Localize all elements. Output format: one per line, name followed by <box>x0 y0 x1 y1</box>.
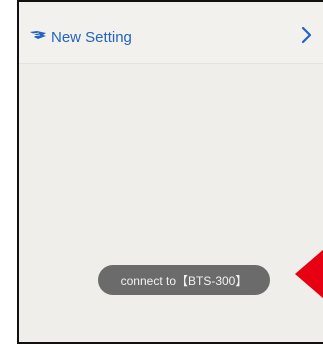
top-bar: New Setting <box>19 2 323 64</box>
phone-screen: New Setting connect to【BTS-300】 <box>17 0 323 344</box>
brand-wing-icon <box>30 31 46 39</box>
red-pointer-arrow-icon <box>295 249 323 299</box>
chevron-right-icon[interactable] <box>301 26 313 44</box>
connection-toast: connect to【BTS-300】 <box>98 265 270 295</box>
toast-message: connect to【BTS-300】 <box>120 273 248 288</box>
page-title: New Setting <box>51 29 132 46</box>
